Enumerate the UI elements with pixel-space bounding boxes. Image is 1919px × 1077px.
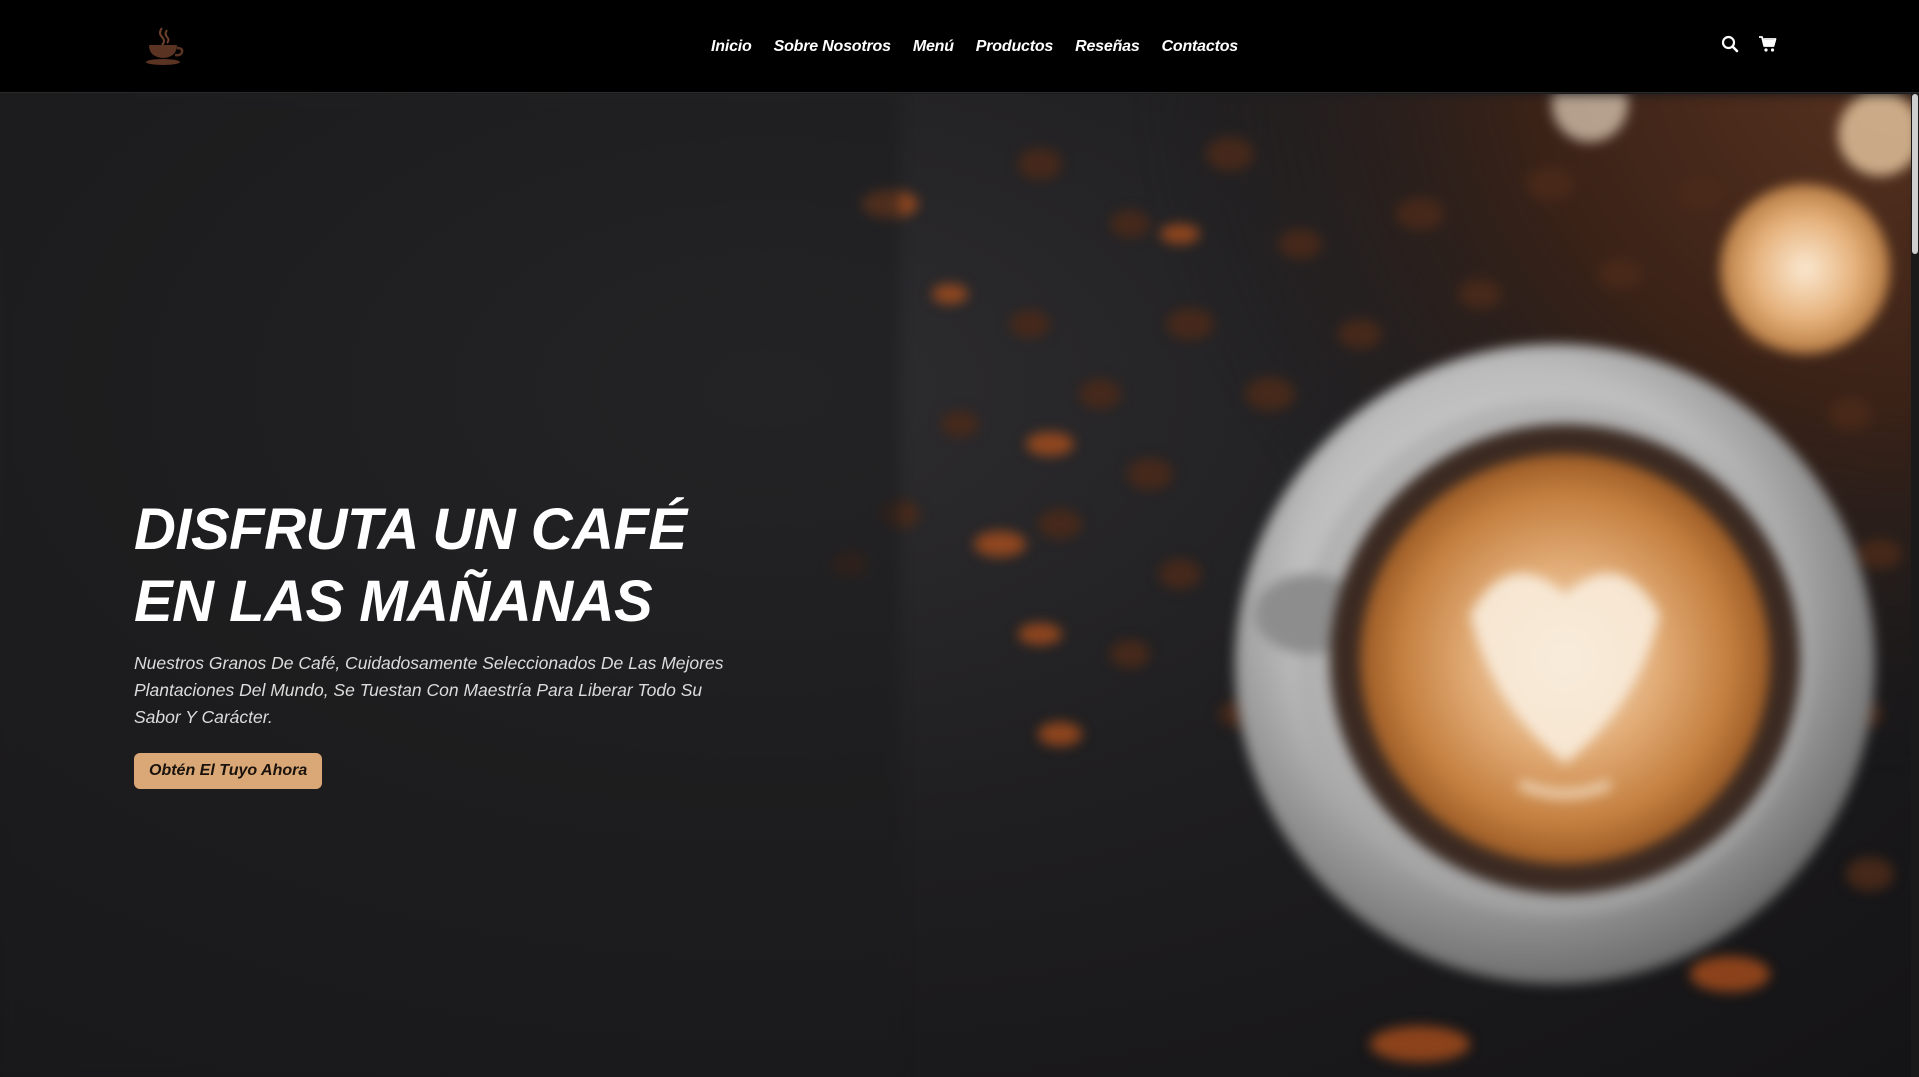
header-actions [1720, 34, 1778, 54]
hero-title: DISFRUTA UN CAFÉ EN LAS MAÑANAS [134, 494, 754, 638]
hero-title-line-1: DISFRUTA UN CAFÉ [134, 497, 687, 562]
nav-link-productos[interactable]: Productos [976, 38, 1054, 56]
hero-section: DISFRUTA UN CAFÉ EN LAS MAÑANAS Nuestros… [0, 94, 1919, 1077]
search-icon [1721, 35, 1739, 53]
hero-content: DISFRUTA UN CAFÉ EN LAS MAÑANAS Nuestros… [134, 494, 754, 789]
nav-link-resenas[interactable]: Reseñas [1075, 38, 1140, 56]
hero-title-line-2: EN LAS MAÑANAS [134, 569, 653, 634]
nav-link-sobre-nosotros[interactable]: Sobre Nosotros [774, 38, 891, 56]
site-header: Inicio Sobre Nosotros Menú Productos Res… [0, 0, 1919, 93]
main-nav: Inicio Sobre Nosotros Menú Productos Res… [0, 0, 1919, 93]
cart-button[interactable] [1758, 34, 1778, 54]
nav-link-contactos[interactable]: Contactos [1162, 38, 1239, 56]
nav-link-inicio[interactable]: Inicio [711, 38, 752, 56]
nav-link-menu[interactable]: Menú [913, 38, 954, 56]
scrollbar-thumb[interactable] [1912, 94, 1918, 254]
page: Inicio Sobre Nosotros Menú Productos Res… [0, 0, 1919, 1077]
cart-icon [1759, 36, 1777, 52]
search-button[interactable] [1720, 34, 1740, 54]
get-yours-button[interactable]: Obtén El Tuyo Ahora [134, 753, 323, 789]
page-scrollbar[interactable] [1911, 94, 1919, 1077]
hero-description: Nuestros Granos De Café, Cuidadosamente … [134, 653, 724, 727]
